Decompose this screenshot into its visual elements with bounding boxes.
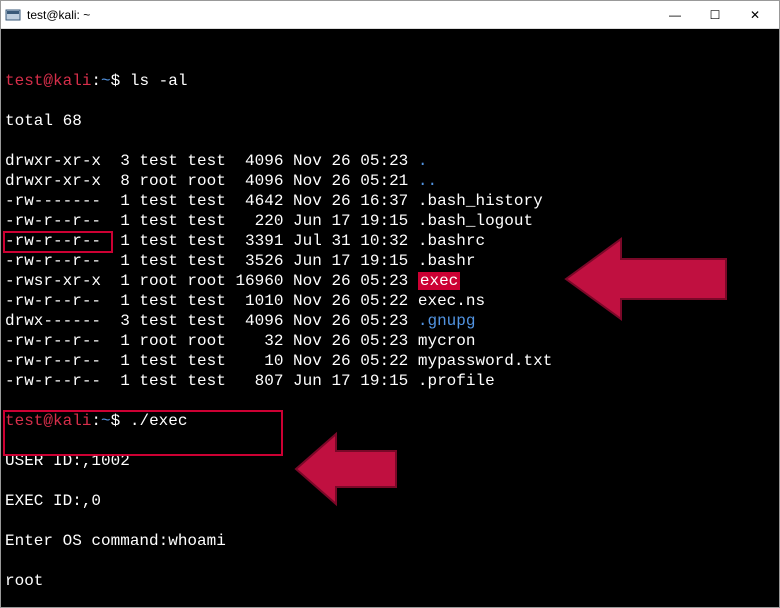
file-row: drwxr-xr-x 8 root root 4096 Nov 26 05:21… [5, 171, 775, 191]
titlebar[interactable]: test@kali: ~ — ☐ ✕ [1, 1, 779, 29]
prompt-dollar: $ [111, 72, 121, 90]
prompt-line: test@kali:~$ ls -al [5, 71, 775, 91]
file-row: -rw-r--r-- 1 test test 10 Nov 26 05:22 m… [5, 351, 775, 371]
minimize-button[interactable]: — [655, 3, 695, 27]
command-ls: ls -al [130, 72, 188, 90]
prompt-path: ~ [101, 72, 111, 90]
output-line: Enter OS command:whoami [5, 531, 775, 551]
file-row: -rw-r--r-- 1 root root 32 Nov 26 05:23 m… [5, 331, 775, 351]
terminal-window: test@kali: ~ — ☐ ✕ test@kali:~$ ls -al t… [0, 0, 780, 608]
file-row: -rw------- 1 test test 4642 Nov 26 16:37… [5, 191, 775, 211]
file-row: drwxr-xr-x 3 test test 4096 Nov 26 05:23… [5, 151, 775, 171]
file-row: drwx------ 3 test test 4096 Nov 26 05:23… [5, 311, 775, 331]
terminal-area[interactable]: test@kali:~$ ls -al total 68 drwxr-xr-x … [1, 29, 779, 607]
prompt-userhost: test@kali [5, 72, 91, 90]
app-icon [5, 7, 21, 23]
file-row: -rwsr-xr-x 1 root root 16960 Nov 26 05:2… [5, 271, 775, 291]
output-line: USER ID:,1002 [5, 451, 775, 471]
window-controls: — ☐ ✕ [655, 3, 775, 27]
output-total: total 68 [5, 111, 775, 131]
file-row: -rw-r--r-- 1 test test 1010 Nov 26 05:22… [5, 291, 775, 311]
prompt-sep: : [91, 72, 101, 90]
command-exec1: ./exec [130, 412, 188, 430]
output-line: EXEC ID:,0 [5, 491, 775, 511]
close-button[interactable]: ✕ [735, 3, 775, 27]
file-row: -rw-r--r-- 1 test test 3391 Jul 31 10:32… [5, 231, 775, 251]
output-line: root [5, 571, 775, 591]
file-row: -rw-r--r-- 1 test test 220 Jun 17 19:15 … [5, 211, 775, 231]
file-row: -rw-r--r-- 1 test test 807 Jun 17 19:15 … [5, 371, 775, 391]
prompt-line: test@kali:~$ ./exec [5, 411, 775, 431]
file-row: -rw-r--r-- 1 test test 3526 Jun 17 19:15… [5, 251, 775, 271]
window-title: test@kali: ~ [27, 8, 655, 22]
maximize-button[interactable]: ☐ [695, 3, 735, 27]
